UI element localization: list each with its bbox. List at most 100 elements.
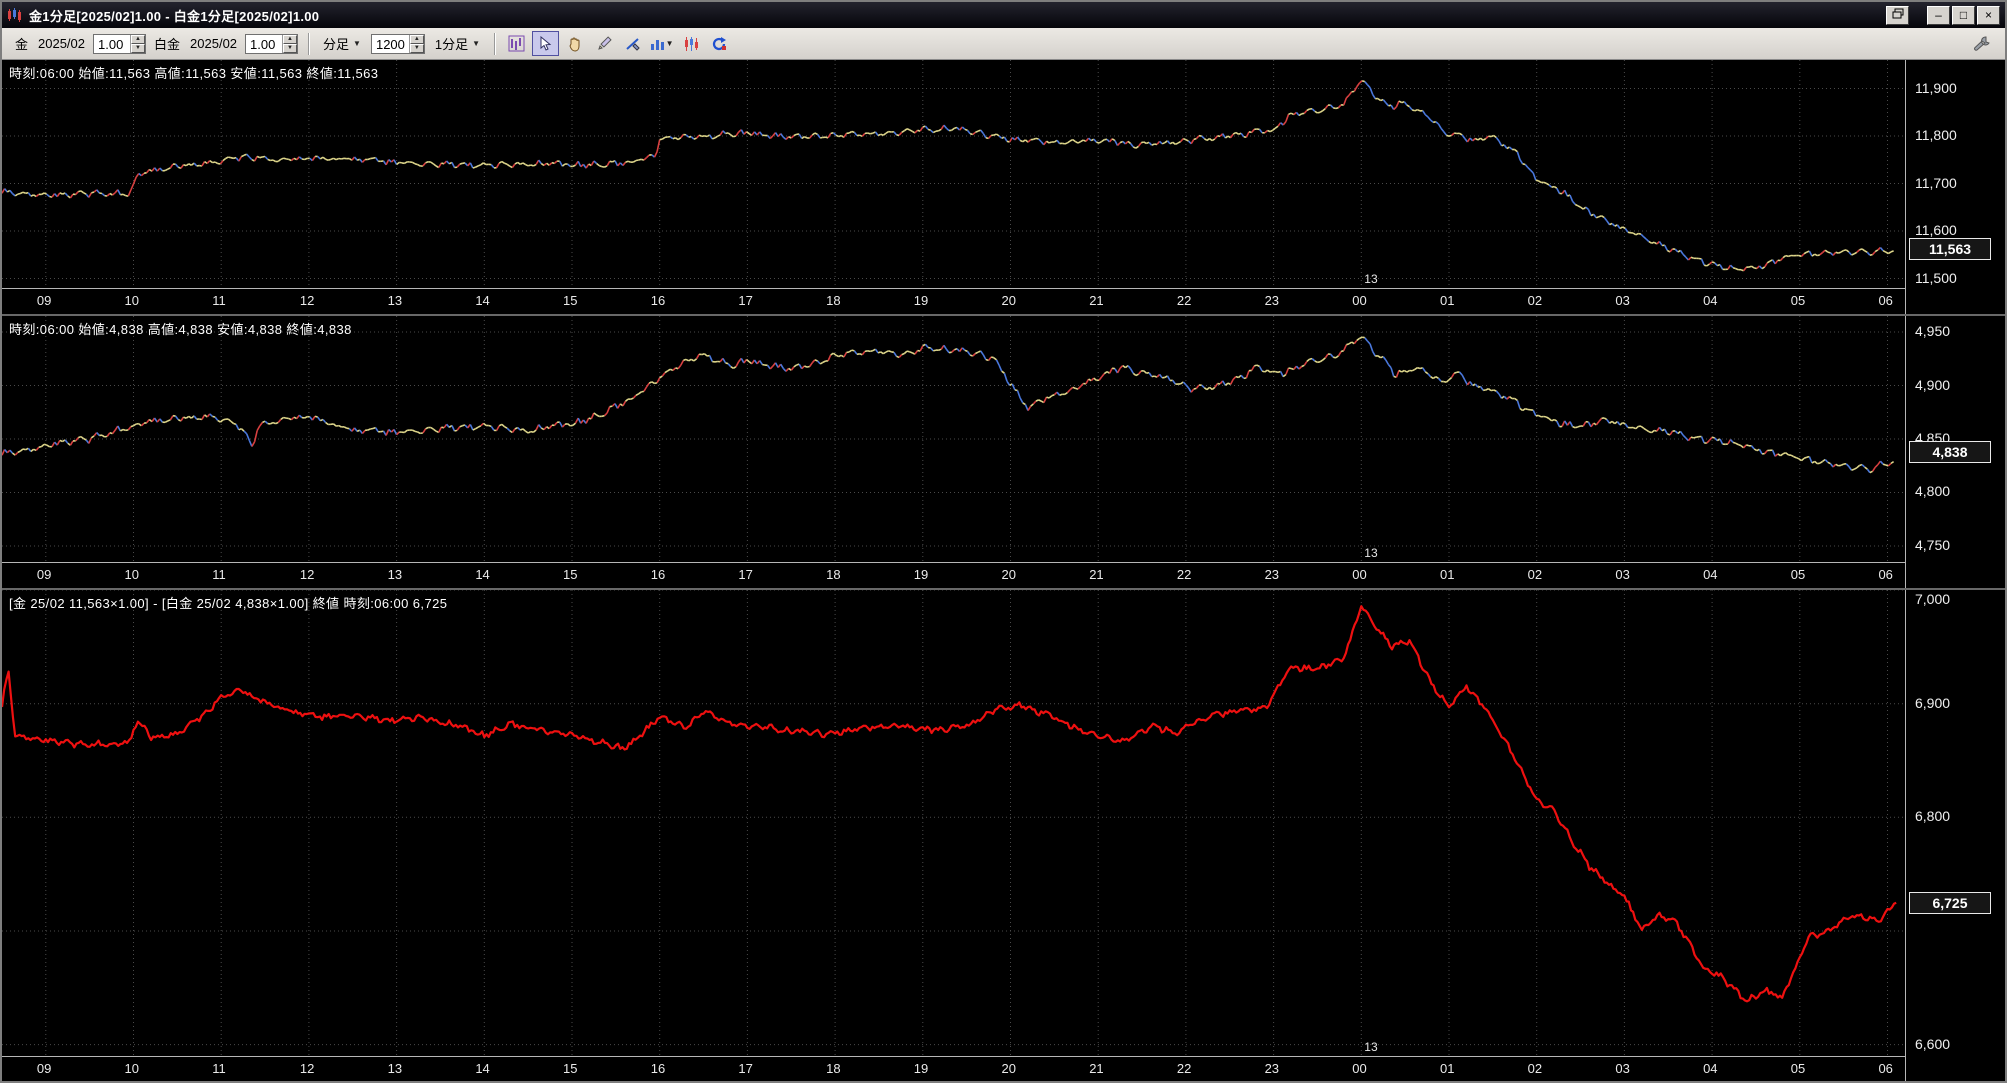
x-axis-tick-label: 18 bbox=[826, 1061, 841, 1076]
spin-down-icon[interactable]: ▼ bbox=[409, 43, 424, 53]
wrench-icon bbox=[1973, 36, 1990, 51]
x-axis-tick-label: 10 bbox=[124, 293, 139, 308]
chart-type-button[interactable] bbox=[503, 31, 530, 56]
x-axis-tick-label: 09 bbox=[36, 1061, 52, 1076]
x-axis-tick-label: 13 bbox=[387, 1061, 403, 1076]
x-axis-tick-label: 10 bbox=[124, 1061, 139, 1076]
x-axis-tick-label: 02 bbox=[1527, 1061, 1543, 1076]
spin-down-icon[interactable]: ▼ bbox=[283, 43, 298, 53]
period-combo[interactable]: 1分足 ▼ bbox=[430, 32, 485, 55]
x-axis-tick-label: 02 bbox=[1527, 293, 1543, 308]
x-axis-tick-label: 19 bbox=[913, 567, 929, 582]
hand-pan-icon bbox=[569, 37, 580, 52]
spread-chart-plot[interactable]: [金 25/02 11,563×1.00] - [白金 25/02 4,838×… bbox=[2, 590, 1905, 1057]
y-axis-tick-label: 7,000 bbox=[1915, 591, 1951, 607]
settings-button[interactable] bbox=[1969, 31, 1996, 56]
x-axis-tick-label: 00 bbox=[1352, 1061, 1367, 1076]
x-axis-tick-label: 09 bbox=[36, 567, 52, 582]
x-axis-tick-label: 12 bbox=[299, 293, 315, 308]
bar-count-value[interactable]: 1200 bbox=[372, 35, 409, 53]
x-axis-tick-label: 14 bbox=[475, 1061, 490, 1076]
x-axis-tick-label: 15 bbox=[563, 1061, 578, 1076]
close-button[interactable]: × bbox=[1977, 5, 2000, 25]
gold-y-axis[interactable]: 11,563 11,900 11,800 11,700 11,600 11,500 bbox=[1905, 60, 2005, 314]
spin-down-icon[interactable]: ▼ bbox=[131, 43, 146, 53]
x-axis-tick-label: 21 bbox=[1089, 567, 1104, 582]
x-axis-tick-label: 18 bbox=[826, 293, 841, 308]
interval-type-combo[interactable]: 分足 ▼ bbox=[318, 32, 366, 55]
x-axis-tick-label: 15 bbox=[563, 293, 578, 308]
x-axis-tick-label: 17 bbox=[738, 293, 753, 308]
x-axis-tick-label: 15 bbox=[563, 567, 578, 582]
pan-tool-button[interactable] bbox=[561, 31, 588, 56]
x-axis-tick-label: 09 bbox=[36, 293, 52, 308]
gold-chart-plot[interactable]: 時刻:06:00 始値:11,563 高値:11,563 安値:11,563 終… bbox=[2, 60, 1905, 289]
titlebar: 金1分足[2025/02]1.00 - 白金1分足[2025/02]1.00 –… bbox=[2, 2, 2005, 28]
spread-y-axis[interactable]: 6,725 7,000 6,900 6,800 6,600 bbox=[1905, 590, 2005, 1081]
x-axis-tick-label: 20 bbox=[1001, 567, 1016, 582]
x-axis-tick-label: 01 bbox=[1439, 293, 1455, 308]
spin-up-icon[interactable]: ▲ bbox=[283, 34, 298, 44]
candle-chart-icon bbox=[684, 36, 698, 51]
y-axis-tick-label: 4,750 bbox=[1915, 536, 1951, 553]
y-axis-tick-label: 11,600 bbox=[1915, 222, 1957, 238]
spin-up-icon[interactable]: ▲ bbox=[131, 34, 146, 44]
refresh-button[interactable] bbox=[706, 31, 733, 56]
x-axis-tick-label: 03 bbox=[1615, 1061, 1630, 1076]
draw-line-button[interactable] bbox=[619, 31, 646, 56]
platinum-symbol-label: 白金 bbox=[154, 37, 181, 52]
kline-chart-icon bbox=[508, 35, 525, 52]
select-cursor-icon bbox=[540, 35, 552, 51]
maximize-button[interactable]: □ bbox=[1952, 5, 1975, 25]
y-axis-tick-label: 6,600 bbox=[1915, 1035, 1951, 1052]
x-axis-tick-label: 22 bbox=[1176, 1061, 1192, 1076]
gold-multiplier-spinner[interactable]: 1.00 ▲ ▼ bbox=[93, 33, 147, 54]
platinum-chart-plot[interactable]: 時刻:06:00 始値:4,838 高値:4,838 安値:4,838 終値:4… bbox=[2, 316, 1905, 563]
platinum-panel: 時刻:06:00 始値:4,838 高値:4,838 安値:4,838 終値:4… bbox=[2, 314, 2005, 588]
candle-chart-button[interactable] bbox=[677, 31, 704, 56]
draw-pencil-button[interactable] bbox=[590, 31, 617, 56]
x-axis-tick-label: 20 bbox=[1001, 1061, 1016, 1076]
gold-contract-month: 2025/02 bbox=[38, 36, 86, 51]
x-axis-tick-label: 06 bbox=[1878, 567, 1893, 582]
x-axis-tick-label: 00 bbox=[1352, 293, 1367, 308]
bar-chart-icon bbox=[650, 40, 664, 50]
x-axis-tick-label: 06 bbox=[1878, 1061, 1893, 1076]
platinum-price-badge: 4,838 bbox=[1909, 440, 1991, 463]
x-axis-tick-label: 19 bbox=[913, 1061, 929, 1076]
x-axis-tick-label: 14 bbox=[475, 293, 490, 308]
maximize-icon: □ bbox=[1959, 7, 1968, 22]
float-window-button[interactable] bbox=[1886, 5, 1909, 25]
platinum-y-axis[interactable]: 4,838 4,950 4,900 4,850 4,800 4,750 bbox=[1905, 316, 2005, 588]
bar-chart-button[interactable]: ▼ bbox=[648, 31, 675, 56]
chevron-down-icon: ▼ bbox=[472, 39, 481, 48]
period-value: 1分足 bbox=[434, 37, 469, 52]
platinum-multiplier-value[interactable]: 1.00 bbox=[246, 35, 282, 53]
y-axis-tick-label: 4,900 bbox=[1915, 376, 1951, 393]
x-axis-tick-label: 12 bbox=[299, 1061, 315, 1076]
x-axis-tick-label: 16 bbox=[650, 293, 666, 308]
spin-up-icon[interactable]: ▲ bbox=[409, 34, 424, 44]
x-axis-tick-label: 10 bbox=[124, 567, 139, 582]
date-label: 13 bbox=[1364, 1040, 1378, 1054]
x-axis-tick-label: 04 bbox=[1703, 567, 1718, 582]
gold-multiplier-value[interactable]: 1.00 bbox=[94, 35, 130, 53]
refresh-cr-icon bbox=[712, 36, 727, 50]
y-axis-tick-label: 6,800 bbox=[1915, 808, 1951, 825]
x-axis-tick-label: 11 bbox=[212, 567, 226, 582]
gold-panel: 時刻:06:00 始値:11,563 高値:11,563 安値:11,563 終… bbox=[2, 60, 2005, 314]
x-axis-tick-label: 22 bbox=[1176, 293, 1192, 308]
minimize-button[interactable]: – bbox=[1927, 5, 1950, 25]
x-axis-tick-label: 02 bbox=[1527, 567, 1543, 582]
x-axis-tick-label: 00 bbox=[1352, 567, 1367, 582]
spread-x-axis: 09 10 11 12 13 14 15 16 17 18 19 20 21 22 23 00 01 02 03 04… bbox=[2, 1057, 1905, 1080]
platinum-contract-month: 2025/02 bbox=[190, 36, 238, 51]
y-axis-tick-label: 11,500 bbox=[1915, 269, 1957, 286]
platinum-multiplier-spinner[interactable]: 1.00 ▲ ▼ bbox=[245, 33, 299, 54]
interval-type-value: 分足 bbox=[323, 37, 350, 52]
select-tool-button[interactable] bbox=[532, 31, 560, 56]
window-title: 金1分足[2025/02]1.00 - 白金1分足[2025/02]1.00 bbox=[29, 8, 320, 24]
spread-panel: [金 25/02 11,563×1.00] - [白金 25/02 4,838×… bbox=[2, 588, 2005, 1081]
bar-count-spinner[interactable]: 1200 ▲ ▼ bbox=[370, 33, 425, 54]
x-axis-tick-label: 18 bbox=[826, 567, 841, 582]
